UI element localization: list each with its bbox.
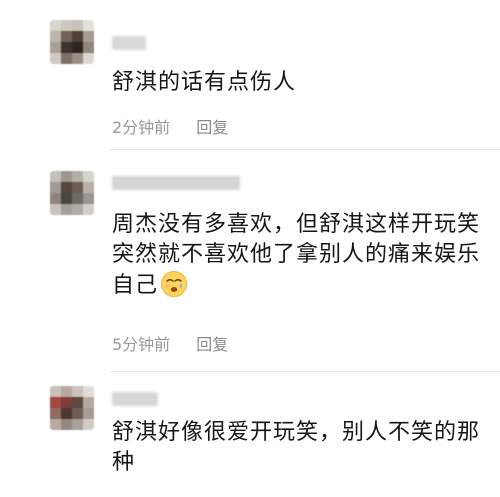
avatar[interactable] <box>50 171 94 215</box>
reply-button[interactable]: 回复 <box>196 335 228 354</box>
comment-item: 舒淇的话有点伤人 2分钟前 回复 <box>0 0 500 150</box>
comment-meta: 5分钟前 回复 <box>112 335 228 355</box>
comment-text: 舒淇的话有点伤人 <box>112 70 297 95</box>
comment-item: 周杰没有多喜欢，但舒淇这样开玩笑突然就不喜欢他了拿别人的痛来娱乐自己 5分钟前 回… <box>0 150 500 372</box>
comment-text: 舒淇好像很爱开玩笑，别人不笑的那种 <box>112 420 481 475</box>
comment-meta: 2分钟前 回复 <box>112 118 228 138</box>
avatar[interactable] <box>50 20 94 64</box>
reply-button[interactable]: 回复 <box>196 118 228 137</box>
comment-item: 舒淇好像很爱开玩笑，别人不笑的那种 <box>0 372 500 497</box>
avatar[interactable] <box>50 386 94 430</box>
username-blurred[interactable] <box>112 392 158 406</box>
username-blurred[interactable] <box>112 176 240 190</box>
comment-time: 2分钟前 <box>112 118 171 137</box>
crying-face-icon <box>161 271 188 297</box>
username-blurred[interactable] <box>112 36 146 50</box>
comment-time: 5分钟前 <box>112 335 171 354</box>
comment-text: 周杰没有多喜欢，但舒淇这样开玩笑突然就不喜欢他了拿别人的痛来娱乐自己 <box>112 212 481 298</box>
